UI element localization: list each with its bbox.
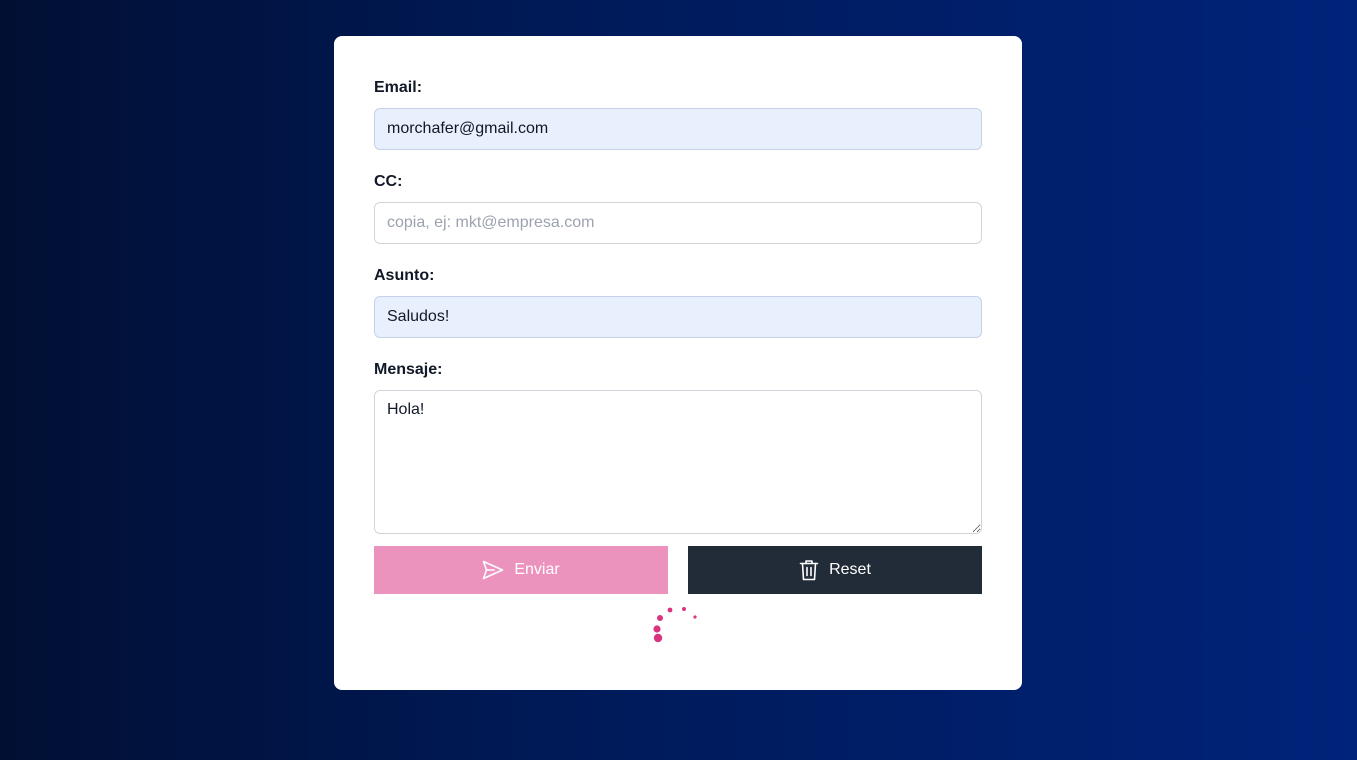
reset-button-label: Reset [829, 561, 871, 578]
send-icon [482, 560, 504, 580]
cc-label: CC: [374, 173, 403, 190]
message-textarea[interactable]: Hola! [374, 390, 982, 534]
email-form-card: Email: CC: Asunto: Mensaje: Hola! Enviar [334, 36, 1022, 690]
email-label: Email: [374, 79, 423, 96]
subject-input[interactable] [374, 296, 982, 338]
send-button-label: Enviar [514, 561, 560, 578]
loading-spinner-icon [640, 598, 710, 648]
email-input[interactable] [374, 108, 982, 150]
cc-input[interactable] [374, 202, 982, 244]
send-button[interactable]: Enviar [374, 546, 668, 594]
reset-button[interactable]: Reset [688, 546, 982, 594]
message-label: Mensaje: [374, 361, 443, 378]
subject-label: Asunto: [374, 267, 435, 284]
form-actions: Enviar Reset [374, 546, 982, 594]
trash-icon [799, 559, 819, 581]
